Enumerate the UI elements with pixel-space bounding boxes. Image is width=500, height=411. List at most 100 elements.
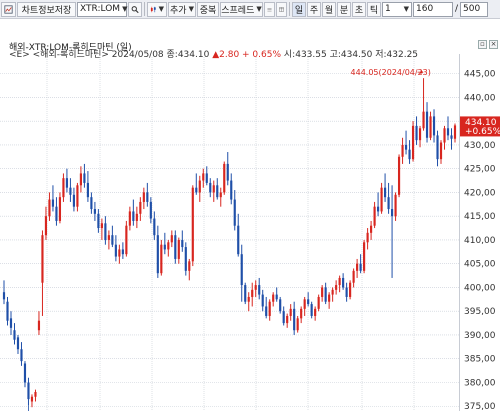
- period-day-button[interactable]: 일: [292, 1, 306, 17]
- candle-body: [450, 135, 453, 139]
- chevron-down-icon: ▼: [403, 5, 409, 13]
- candle-body: [209, 182, 212, 193]
- candlestick-series: [2, 78, 457, 408]
- candle-body: [307, 299, 310, 305]
- candle-body: [265, 306, 268, 316]
- toolbar-divider: [144, 2, 145, 16]
- close-button[interactable]: ×: [489, 40, 498, 49]
- chevron-down-icon: ▼: [122, 5, 128, 13]
- interval-input[interactable]: 1 ▼: [382, 1, 412, 17]
- chart-grid: [0, 57, 459, 411]
- candle-body: [219, 192, 222, 198]
- chevron-down-icon: ▼: [256, 5, 262, 13]
- y-tick-label: 430,00: [464, 141, 496, 151]
- chart-type-button[interactable]: ▼: [147, 1, 167, 17]
- y-tick-label: 410,00: [464, 236, 496, 246]
- chart-menu-icon: [4, 4, 13, 14]
- candle-body: [233, 199, 236, 226]
- candle-body: [359, 263, 362, 271]
- candle-body: [282, 311, 285, 324]
- candle-body: [216, 185, 219, 198]
- candle-body: [128, 211, 131, 226]
- candle-body: [321, 287, 324, 297]
- restore-button[interactable]: ▫: [478, 40, 487, 49]
- candle-body: [58, 197, 62, 221]
- high-annotation: 444.05(2024/04/23): [351, 68, 431, 77]
- candle-body: [342, 277, 345, 288]
- candle-body: [23, 363, 27, 383]
- period-week-button[interactable]: 주: [307, 1, 321, 17]
- candle-body: [387, 197, 390, 210]
- period-minute-button[interactable]: 분: [337, 1, 351, 17]
- settings-button[interactable]: [276, 1, 287, 17]
- price-info-prefix: <E> <해외-록히드마틴> 2024/05/08 종:434.10: [9, 50, 210, 60]
- candle-body: [6, 301, 9, 321]
- candle-body: [331, 289, 334, 295]
- candle-body: [397, 156, 401, 195]
- candle-body: [83, 173, 86, 183]
- y-tick-label: 425,00: [464, 165, 496, 175]
- candle-body: [394, 194, 397, 217]
- price-info-suffix: 시:433.55 고:434.50 저:432.25: [283, 50, 419, 60]
- candle-body: [156, 235, 159, 274]
- candle-body: [432, 116, 436, 136]
- candle-body: [55, 206, 58, 221]
- y-tick-label: 380,00: [464, 378, 496, 388]
- menu-button[interactable]: [1, 1, 16, 17]
- candle-body: [377, 206, 380, 212]
- candle-body: [244, 285, 247, 302]
- candle-body: [72, 194, 76, 207]
- spread-button[interactable]: 스프레드 ▼: [220, 1, 263, 17]
- y-tick-label: 395,00: [464, 307, 496, 317]
- candle-body: [439, 142, 443, 160]
- candle-body: [418, 128, 422, 141]
- axis-divider: [459, 54, 460, 411]
- candle-body: [411, 125, 415, 160]
- overlap-button[interactable]: 중복: [197, 1, 219, 17]
- candle-body: [184, 247, 187, 271]
- y-tick-label: 405,00: [464, 260, 496, 270]
- candle-body: [65, 178, 69, 188]
- y-tick-label: 390,00: [464, 331, 496, 341]
- candle-body: [422, 111, 425, 129]
- candle-body: [41, 235, 44, 283]
- total-input[interactable]: 500: [460, 1, 489, 17]
- y-tick-label: 420,00: [464, 188, 496, 198]
- y-tick-label: 415,00: [464, 212, 496, 222]
- candle-body: [149, 201, 152, 219]
- candle-body: [425, 111, 429, 138]
- grid-icon: [267, 7, 272, 11]
- count-input[interactable]: 160: [413, 1, 453, 17]
- candle-body: [20, 349, 23, 362]
- candle-body: [293, 308, 296, 331]
- candle-body: [373, 206, 376, 226]
- candle-body: [272, 294, 275, 302]
- high-arrow-head: [420, 70, 424, 75]
- symbol-search-button[interactable]: [128, 1, 142, 17]
- toolbar-divider: [289, 2, 290, 16]
- candle-body: [125, 225, 128, 255]
- chart-save-button[interactable]: 차트정보저장: [17, 1, 76, 17]
- y-tick-label: 385,00: [464, 355, 496, 365]
- candle-body: [453, 125, 457, 139]
- symbol-dropdown[interactable]: XTR:LOM ▼: [77, 1, 128, 17]
- period-month-button[interactable]: 월: [322, 1, 336, 17]
- candle-body: [132, 211, 135, 221]
- candle-body: [167, 242, 170, 250]
- grid-button[interactable]: [264, 1, 275, 17]
- y-tick-label: 375,00: [464, 402, 496, 411]
- add-button[interactable]: 추가 ▼: [168, 1, 196, 17]
- symbol-value: XTR:LOM: [80, 4, 121, 14]
- price-chart[interactable]: 375,00 380,00 385,00 390,00 395,00 400,00 405,…: [0, 0, 500, 411]
- candle-body: [286, 315, 289, 324]
- candle-body: [205, 173, 208, 183]
- candle-body: [275, 294, 278, 300]
- window-buttons: ▫ ×: [478, 40, 498, 49]
- add-label: 추가: [170, 5, 187, 16]
- candle-body: [79, 173, 82, 186]
- period-tick-button[interactable]: 틱: [367, 1, 381, 17]
- period-second-button[interactable]: 초: [352, 1, 366, 17]
- y-axis: 375,00 380,00 385,00 390,00 395,00 400,00 405,…: [464, 70, 496, 411]
- candle-body: [443, 128, 446, 143]
- chevron-down-icon: ▼: [188, 5, 194, 13]
